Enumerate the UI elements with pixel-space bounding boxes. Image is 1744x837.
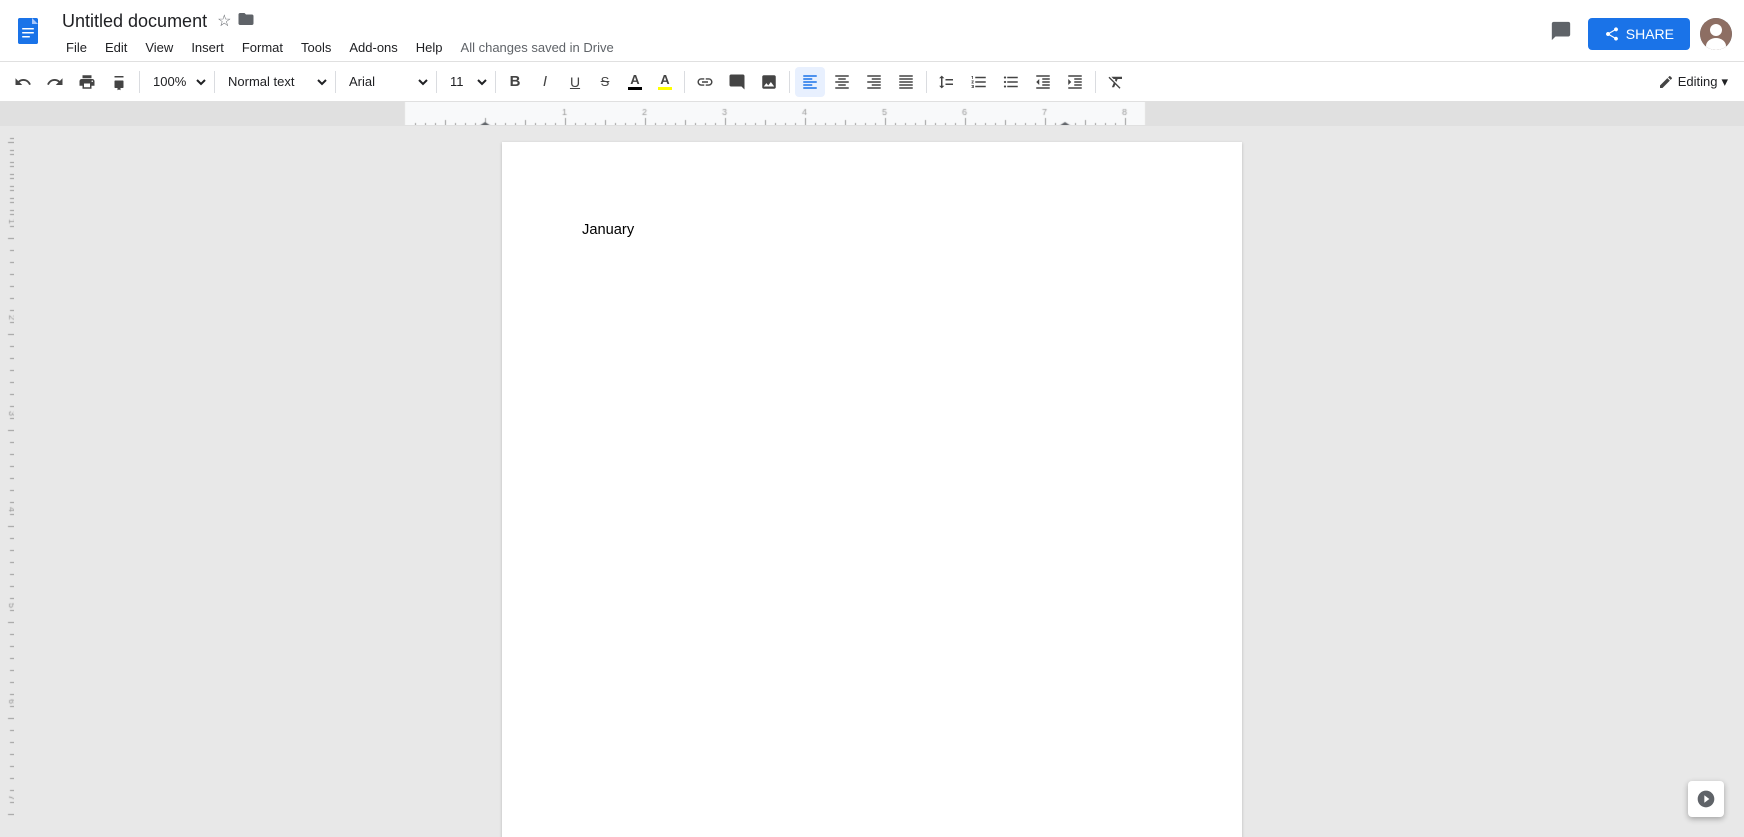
paint-format-button[interactable] (104, 67, 134, 97)
title-row: Untitled document ☆ (58, 9, 1544, 34)
text-color-button[interactable]: A (621, 67, 649, 97)
justify-button[interactable] (891, 67, 921, 97)
title-bar: Untitled document ☆ File Edit View Inser… (0, 0, 1744, 62)
print-button[interactable] (72, 67, 102, 97)
toolbar-divider-2 (214, 71, 215, 93)
insert-image-button[interactable] (754, 67, 784, 97)
document-page: January (502, 142, 1242, 837)
bold-label: B (510, 73, 521, 90)
toolbar-divider-1 (139, 71, 140, 93)
highlight-color-button[interactable]: A (651, 67, 679, 97)
bulleted-list-button[interactable] (996, 67, 1026, 97)
paragraph-style-select[interactable]: Normal text Heading 1 Heading 2 Heading … (220, 68, 330, 96)
menu-bar: File Edit View Insert Format Tools Add-o… (58, 36, 1544, 59)
font-select[interactable]: Arial Times New Roman Courier New (341, 68, 431, 96)
toolbar-divider-9 (1095, 71, 1096, 93)
underline-icon-group: U (570, 75, 580, 89)
document-text[interactable]: January (582, 222, 1162, 238)
toolbar-divider-6 (684, 71, 685, 93)
text-color-icon: A (628, 73, 642, 90)
redo-button[interactable] (40, 67, 70, 97)
save-status: All changes saved in Drive (461, 40, 614, 55)
zoom-select[interactable]: 100% 75% 150% (145, 68, 209, 96)
clear-formatting-button[interactable] (1101, 67, 1131, 97)
share-label: SHARE (1626, 26, 1674, 42)
toolbar: 100% 75% 150% Normal text Heading 1 Head… (0, 62, 1744, 102)
menu-edit[interactable]: Edit (97, 36, 135, 59)
editing-mode-label: Editing (1678, 74, 1718, 89)
link-button[interactable] (690, 67, 720, 97)
header-right: SHARE (1544, 14, 1732, 54)
align-left-button[interactable] (795, 67, 825, 97)
ruler (0, 102, 1744, 126)
italic-button[interactable]: I (531, 67, 559, 97)
increase-indent-button[interactable] (1060, 67, 1090, 97)
comments-button[interactable] (1544, 14, 1578, 54)
underline-button[interactable]: U (561, 67, 589, 97)
vertical-ruler (0, 126, 14, 837)
menu-file[interactable]: File (58, 36, 95, 59)
toolbar-divider-3 (335, 71, 336, 93)
line-spacing-button[interactable] (932, 67, 962, 97)
right-sidebar (1730, 126, 1744, 837)
strikethrough-label: S (601, 74, 610, 89)
editing-mode-chevron: ▾ (1721, 74, 1728, 90)
toolbar-divider-8 (926, 71, 927, 93)
align-center-button[interactable] (827, 67, 857, 97)
share-button[interactable]: SHARE (1588, 18, 1690, 50)
menu-insert[interactable]: Insert (183, 36, 232, 59)
undo-button[interactable] (8, 67, 38, 97)
document-title[interactable]: Untitled document (58, 9, 211, 34)
menu-format[interactable]: Format (234, 36, 291, 59)
document-editor[interactable]: January (582, 222, 1162, 837)
folder-icon[interactable] (237, 10, 255, 33)
star-icon[interactable]: ☆ (217, 11, 231, 31)
content-area[interactable]: January (14, 126, 1730, 837)
menu-help[interactable]: Help (408, 36, 451, 59)
bold-button[interactable]: B (501, 67, 529, 97)
numbered-list-button[interactable] (964, 67, 994, 97)
docs-logo-icon (12, 16, 48, 52)
underline-label: U (570, 75, 580, 89)
strikethrough-button[interactable]: S (591, 67, 619, 97)
insert-comment-button[interactable] (722, 67, 752, 97)
editing-mode-button[interactable]: Editing ▾ (1650, 70, 1736, 94)
title-area: Untitled document ☆ File Edit View Inser… (58, 9, 1544, 59)
toolbar-divider-7 (789, 71, 790, 93)
menu-addons[interactable]: Add-ons (341, 36, 405, 59)
toolbar-divider-5 (495, 71, 496, 93)
font-size-select[interactable]: 8 9 10 11 12 14 18 24 (442, 68, 490, 96)
highlight-icon: A (658, 73, 672, 90)
assistant-button[interactable] (1688, 781, 1724, 817)
menu-view[interactable]: View (137, 36, 181, 59)
align-right-button[interactable] (859, 67, 889, 97)
italic-label: I (543, 73, 547, 90)
user-avatar[interactable] (1700, 18, 1732, 50)
toolbar-divider-4 (436, 71, 437, 93)
main-area: January (0, 126, 1744, 837)
decrease-indent-button[interactable] (1028, 67, 1058, 97)
menu-tools[interactable]: Tools (293, 36, 339, 59)
